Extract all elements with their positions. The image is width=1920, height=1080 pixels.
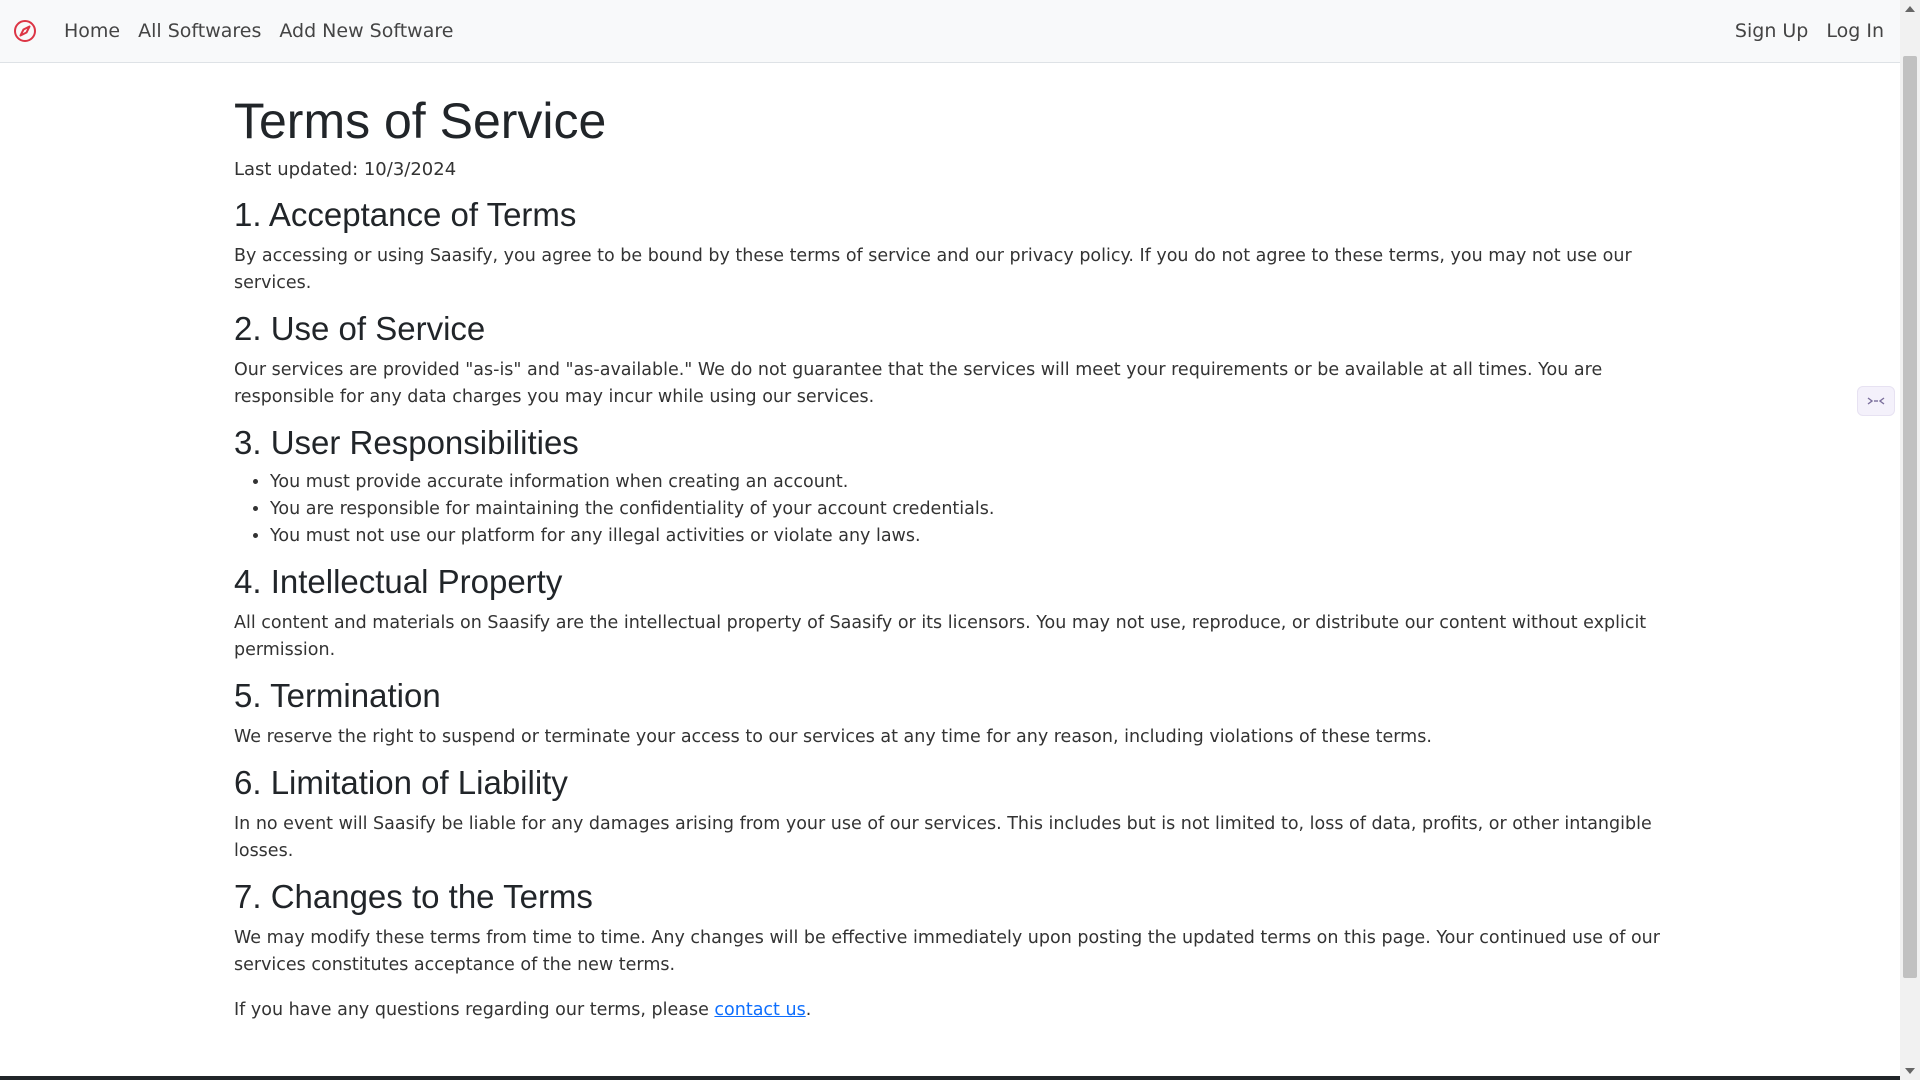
- compass-icon: [14, 20, 36, 42]
- contact-prefix: If you have any questions regarding our …: [234, 1000, 715, 1020]
- nav-all-softwares-link[interactable]: All Softwares: [138, 0, 261, 63]
- section-changes-to-terms: 7. Changes to the Terms We may modify th…: [234, 877, 1674, 979]
- section-heading: 7. Changes to the Terms: [234, 878, 593, 915]
- contact-suffix: .: [805, 1000, 812, 1020]
- last-updated: Last updated: 10/3/2024: [234, 159, 457, 180]
- brand-logo[interactable]: [12, 18, 38, 44]
- footer-edge: [0, 1076, 1900, 1080]
- section-heading: 5. Termination: [234, 677, 441, 714]
- code-widget-icon: [1867, 397, 1885, 405]
- viewport: Home All Softwares Add New Software Sign…: [0, 0, 1900, 1080]
- section-user-responsibilities: 3. User Responsibilities You must provid…: [234, 423, 1674, 550]
- section-limitation-of-liability: 6. Limitation of Liability In no event w…: [234, 763, 1674, 865]
- nav-home-link[interactable]: Home: [64, 0, 120, 63]
- contact-line: If you have any questions regarding our …: [234, 997, 1674, 1024]
- scroll-thumb[interactable]: [1903, 56, 1917, 978]
- section-use-of-service: 2. Use of Service Our services are provi…: [234, 309, 1674, 411]
- section-heading: 4. Intellectual Property: [234, 563, 563, 600]
- section-acceptance: 1. Acceptance of Terms By accessing or u…: [234, 195, 1674, 297]
- section-heading: 2. Use of Service: [234, 310, 486, 347]
- section-text: Our services are provided "as-is" and "a…: [234, 360, 1603, 407]
- section-text: We reserve the right to suspend or termi…: [234, 727, 1432, 747]
- list-item: You must not use our platform for any il…: [270, 523, 1674, 550]
- side-widget-button[interactable]: [1857, 386, 1895, 416]
- scroll-down-arrow-icon[interactable]: [1905, 1068, 1915, 1074]
- section-heading: 1. Acceptance of Terms: [234, 196, 577, 233]
- section-text: In no event will Saasify be liable for a…: [234, 814, 1652, 861]
- responsibilities-list: You must provide accurate information wh…: [234, 469, 1674, 550]
- nav-auth-links: Sign Up Log In: [1717, 0, 1884, 63]
- page-title: Terms of Service: [234, 93, 607, 149]
- section-heading: 6. Limitation of Liability: [234, 764, 568, 801]
- contact-us-link[interactable]: contact us: [714, 1000, 805, 1020]
- scroll-up-arrow-icon[interactable]: [1905, 6, 1915, 12]
- section-text: By accessing or using Saasify, you agree…: [234, 246, 1632, 293]
- section-intellectual-property: 4. Intellectual Property All content and…: [234, 562, 1674, 664]
- section-text: All content and materials on Saasify are…: [234, 613, 1647, 660]
- navbar: Home All Softwares Add New Software Sign…: [0, 0, 1900, 63]
- section-text: We may modify these terms from time to t…: [234, 928, 1660, 975]
- list-item: You are responsible for maintaining the …: [270, 496, 1674, 523]
- nav-add-new-software-link[interactable]: Add New Software: [279, 0, 453, 63]
- log-in-link[interactable]: Log In: [1826, 0, 1884, 63]
- sign-up-link[interactable]: Sign Up: [1735, 0, 1808, 63]
- vertical-scrollbar[interactable]: [1900, 0, 1920, 1080]
- list-item: You must provide accurate information wh…: [270, 469, 1674, 496]
- nav-main-links: Home All Softwares Add New Software: [64, 0, 471, 63]
- terms-content: Terms of Service Last updated: 10/3/2024…: [234, 63, 1674, 1024]
- section-termination: 5. Termination We reserve the right to s…: [234, 676, 1674, 751]
- section-heading: 3. User Responsibilities: [234, 424, 579, 461]
